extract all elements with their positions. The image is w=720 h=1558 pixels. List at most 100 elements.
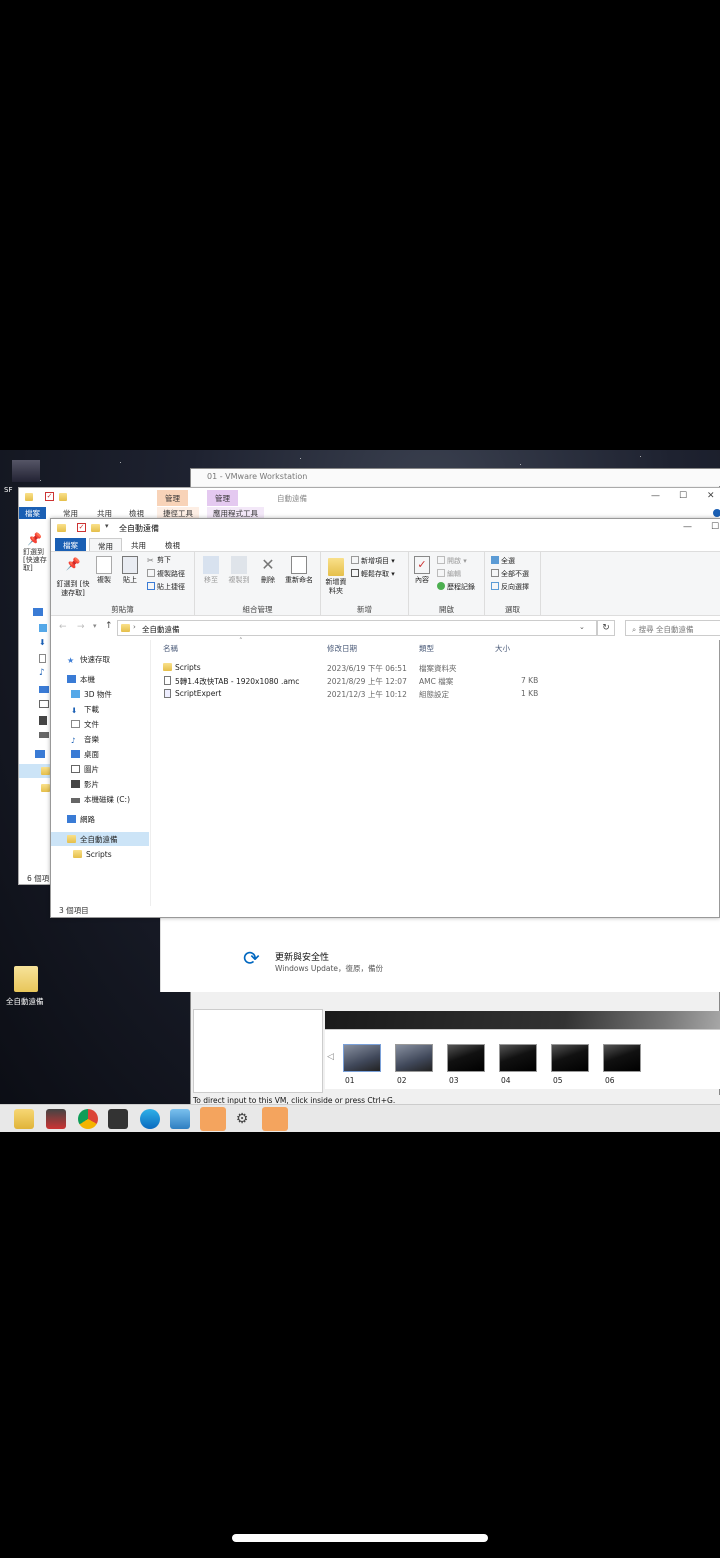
select-none-button[interactable]: 全部不選 <box>491 569 529 579</box>
chrome-icon[interactable] <box>78 1109 98 1129</box>
paste-button[interactable]: 貼上 <box>119 556 141 585</box>
copy-to-button[interactable]: 複製到 <box>225 556 253 585</box>
rename-button[interactable]: 重新命名 <box>281 556 317 585</box>
breadcrumb-chevron-icon[interactable]: › <box>133 623 136 631</box>
network-icon[interactable] <box>35 750 45 758</box>
context-tab-manage-2[interactable]: 管理 <box>207 490 238 506</box>
nav-downloads[interactable]: ⬇ 下載 <box>71 704 99 715</box>
nav-videos[interactable]: 影片 <box>71 779 99 790</box>
videos-icon[interactable] <box>39 716 47 725</box>
nav-desktop[interactable]: 桌面 <box>71 749 99 760</box>
vm-thumbnail[interactable] <box>603 1044 641 1072</box>
file-row[interactable]: 5轉1.4改快TAB - 1920x1080 .amc 2021/8/29 上午… <box>159 674 559 687</box>
pictures-icon[interactable] <box>39 700 49 708</box>
select-all-button[interactable]: 全選 <box>491 556 515 566</box>
shield-icon[interactable] <box>108 1109 128 1129</box>
new-item-button[interactable]: 新增項目 ▾ <box>351 556 395 566</box>
delete-button[interactable]: ✕ 刪除 <box>257 556 279 585</box>
cut-button[interactable]: ✂ 剪下 <box>147 556 171 565</box>
scroll-left-icon[interactable]: ◁ <box>327 1052 334 1062</box>
paste-shortcut-button[interactable]: 貼上捷徑 <box>147 582 185 592</box>
column-date[interactable]: 修改日期 <box>327 643 357 654</box>
photos-icon[interactable] <box>170 1109 190 1129</box>
nav-this-pc[interactable]: 本機 <box>67 674 95 685</box>
properties-button[interactable]: ✓ 內容 <box>411 556 433 585</box>
nav-current-folder[interactable]: 全自動遠備 <box>51 832 149 846</box>
checkmark-icon[interactable]: ✓ <box>77 523 86 532</box>
home-indicator[interactable] <box>232 1534 488 1542</box>
nav-quick-access[interactable]: ★ 快速存取 <box>67 654 110 665</box>
desktop-icon[interactable] <box>39 686 49 693</box>
disk-icon[interactable] <box>39 732 49 738</box>
new-folder-button[interactable]: 新增資料夾 <box>323 558 349 596</box>
vm-thumbnail[interactable] <box>447 1044 485 1072</box>
update-security-title[interactable]: 更新與安全性 <box>275 950 329 963</box>
nav-scripts[interactable]: Scripts <box>73 850 112 859</box>
column-size[interactable]: 大小 <box>495 643 510 654</box>
column-name[interactable]: 名稱 <box>163 643 178 654</box>
vm-thumbnail[interactable] <box>551 1044 589 1072</box>
checkmark-icon[interactable]: ✓ <box>45 492 54 501</box>
refresh-icon: ↻ <box>602 623 610 633</box>
tab-view[interactable]: 檢視 <box>157 538 188 551</box>
easy-access-button[interactable]: 輕鬆存取 ▾ <box>351 569 395 579</box>
maximize-icon[interactable]: ☐ <box>679 491 687 501</box>
nav-documents[interactable]: 文件 <box>71 719 99 730</box>
open-button[interactable]: 開啟 ▾ <box>437 556 467 566</box>
vm-thumbnail[interactable] <box>395 1044 433 1072</box>
history-button[interactable]: 歷程記錄 <box>437 582 475 592</box>
desktop-folder-icon[interactable] <box>14 966 38 992</box>
address-bar[interactable]: 全自動遠備 <box>117 620 597 636</box>
vm-thumbnail[interactable] <box>499 1044 537 1072</box>
copy-path-button[interactable]: 複製路徑 <box>147 569 185 579</box>
move-to-button[interactable]: 移至 <box>199 556 223 585</box>
context-tab-manage-1[interactable]: 管理 <box>157 490 188 506</box>
nav-local-disk[interactable]: 本機磁碟 (C:) <box>71 794 130 805</box>
objects-3d-icon[interactable] <box>39 624 47 632</box>
pin-quick-access-button[interactable]: 📌 釘選到 [快速存取] <box>55 558 91 598</box>
nav-pictures[interactable]: 圖片 <box>71 764 99 775</box>
address-dropdown-icon[interactable]: ⌄ <box>579 623 585 631</box>
recent-dropdown-icon[interactable]: ▾ <box>93 622 97 630</box>
close-icon[interactable]: ✕ <box>707 491 715 501</box>
file-row[interactable]: Scripts 2023/6/19 下午 06:51 檔案資料夾 <box>159 661 559 674</box>
edge-icon[interactable] <box>140 1109 160 1129</box>
nav-network[interactable]: 網路 <box>67 814 95 825</box>
desktop-shortcut-icon[interactable] <box>12 460 40 482</box>
tab-share[interactable]: 共用 <box>123 538 154 551</box>
column-type[interactable]: 類型 <box>419 643 434 654</box>
file-explorer-taskbar-icon[interactable] <box>14 1109 34 1129</box>
pc-icon[interactable] <box>33 608 43 616</box>
active-app-icon[interactable] <box>200 1107 226 1131</box>
maximize-icon[interactable]: ☐ <box>711 522 719 532</box>
search-input[interactable]: ⌕ 搜尋 全自動遠備 <box>625 620 720 636</box>
refresh-button[interactable]: ↻ <box>597 620 615 636</box>
edit-button[interactable]: 編輯 <box>437 569 461 579</box>
update-security-icon[interactable]: ⟳ <box>243 946 260 970</box>
minimize-icon[interactable]: — <box>683 522 692 532</box>
invert-selection-button[interactable]: 反向選擇 <box>491 582 529 592</box>
nav-music[interactable]: ♪ 音樂 <box>71 734 99 745</box>
help-icon[interactable] <box>713 509 720 517</box>
download-icon[interactable]: ⬇ <box>39 638 46 647</box>
vm-thumbnail[interactable] <box>343 1044 381 1072</box>
tab-file[interactable]: 檔案 <box>55 538 86 551</box>
vm-library-pane[interactable] <box>193 1009 323 1093</box>
back-pin-label[interactable]: 釘選到 [快速存取] <box>23 548 53 572</box>
settings-gear-icon[interactable]: ⚙ <box>232 1109 252 1129</box>
minimize-icon[interactable]: — <box>651 491 660 501</box>
back-arrow-icon[interactable]: ← <box>59 622 67 632</box>
explorer-window-front[interactable]: ✓ ▾ 全自動遠備 — ☐ 檔案 常用 共用 檢視 📌 釘選到 [快速存取] 複… <box>50 518 720 918</box>
copy-button[interactable]: 複製 <box>93 556 115 585</box>
file-row[interactable]: ScriptExpert 2021/12/3 上午 10:12 組態設定 1 K… <box>159 687 559 700</box>
forward-arrow-icon[interactable]: → <box>77 622 85 632</box>
document-icon[interactable] <box>39 654 46 663</box>
remote-app-icon[interactable] <box>262 1107 288 1131</box>
app-taskbar-icon[interactable] <box>46 1109 66 1129</box>
up-arrow-icon[interactable]: ↑ <box>105 621 113 631</box>
nav-3d-objects[interactable]: 3D 物件 <box>71 689 112 700</box>
tab-file[interactable]: 檔案 <box>19 507 46 519</box>
music-icon[interactable]: ♪ <box>39 668 45 678</box>
tab-home[interactable]: 常用 <box>89 538 122 551</box>
qat-dropdown-icon[interactable]: ▾ <box>105 522 109 530</box>
